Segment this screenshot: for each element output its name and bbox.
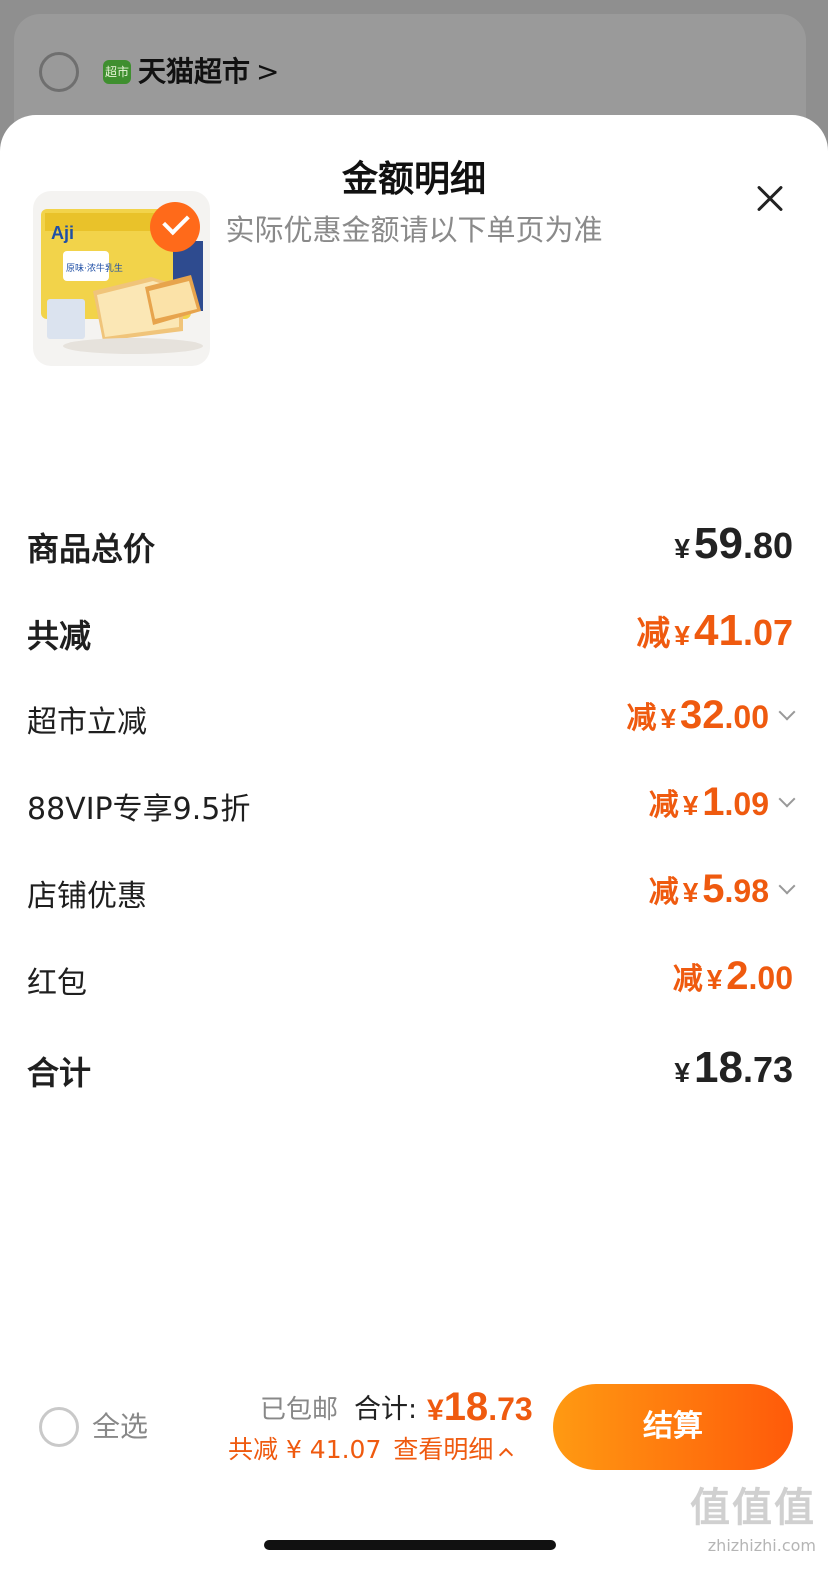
row-amount: 减 ¥5.98 — [648, 867, 796, 927]
amount-integer: 59 — [694, 519, 743, 568]
minus-prefix: 减 — [636, 615, 671, 653]
home-indicator — [264, 1540, 556, 1550]
watermark: 值值值 zhizhizhi.com — [676, 1480, 816, 1556]
pack-label-text: 原味·浓牛乳生 — [66, 262, 123, 274]
total-label: 合计: — [354, 1394, 418, 1425]
supermarket-logo-icon: 超市 — [103, 60, 131, 84]
row-amount: ¥18.73 — [674, 1043, 793, 1103]
minus-prefix: 减 — [648, 876, 679, 909]
saving-summary[interactable]: 共减 ¥ 41.07 查看明细 — [228, 1433, 514, 1467]
store-name-link[interactable]: 天猫超市 — [138, 54, 250, 90]
amount-integer: 5 — [702, 867, 725, 911]
amount-integer: 2 — [726, 954, 749, 998]
amount-integer: 41 — [694, 606, 743, 655]
row-amount: 减 ¥32.00 — [626, 693, 796, 753]
amount-integer: 18 — [443, 1385, 489, 1429]
currency-symbol: ¥ — [674, 1057, 690, 1088]
currency-symbol: ¥ — [706, 964, 723, 995]
row-amount: ¥59.80 — [674, 519, 793, 579]
row-label: 红包 — [27, 966, 87, 1001]
chevron-down-icon[interactable] — [778, 877, 796, 895]
row-label: 88VIP专享9.5折 — [27, 792, 251, 827]
currency-symbol: ¥ — [674, 620, 690, 651]
amount-decimal: .00 — [724, 699, 769, 735]
saving-text: 共减 ¥ 41.07 — [228, 1435, 382, 1464]
row-amount: 减 ¥41.07 — [636, 606, 793, 666]
brand-logo-text: Aji — [51, 223, 74, 243]
row-grand-total: 合计 ¥18.73 — [27, 1043, 793, 1103]
checkout-button[interactable]: 结算 — [553, 1384, 793, 1470]
select-all-radio[interactable] — [39, 1407, 79, 1447]
amount-integer: 32 — [680, 693, 725, 737]
row-total-saving: 共减 减 ¥41.07 — [27, 606, 793, 666]
row-label: 合计 — [27, 1054, 92, 1092]
chevron-right-icon: > — [256, 55, 280, 88]
amount-decimal: .73 — [742, 1049, 793, 1090]
row-88vip-discount[interactable]: 88VIP专享9.5折 减 ¥1.09 — [27, 780, 796, 840]
minus-prefix: 减 — [626, 702, 657, 735]
amount-decimal: .07 — [742, 612, 793, 653]
currency-symbol: ¥ — [674, 533, 690, 564]
row-supermarket-discount[interactable]: 超市立减 减 ¥32.00 — [27, 693, 796, 753]
amount-decimal: .00 — [748, 960, 793, 996]
currency-symbol: ¥ — [682, 790, 699, 821]
minus-prefix: 减 — [672, 963, 703, 996]
row-label: 商品总价 — [27, 530, 156, 568]
minus-prefix: 减 — [648, 789, 679, 822]
row-amount: 减 ¥2.00 — [673, 954, 793, 1014]
selected-check-icon[interactable] — [150, 202, 200, 252]
row-red-packet: 红包 减 ¥2.00 — [27, 954, 793, 1014]
amount-decimal: .09 — [724, 786, 769, 822]
amount-decimal: .80 — [742, 525, 793, 566]
currency-symbol: ¥ — [427, 1394, 444, 1427]
row-store-discount[interactable]: 店铺优惠 减 ¥5.98 — [27, 867, 796, 927]
watermark-glyphs: 值值值 — [690, 1485, 816, 1531]
row-label: 超市立减 — [27, 705, 147, 740]
currency-symbol: ¥ — [682, 877, 699, 908]
chevron-down-icon[interactable] — [778, 703, 796, 721]
amount-decimal: .98 — [724, 873, 769, 909]
amount-integer: 1 — [702, 780, 725, 824]
chevron-down-icon[interactable] — [778, 790, 796, 808]
row-label: 共减 — [27, 617, 92, 655]
row-goods-total: 商品总价 ¥59.80 — [27, 519, 793, 579]
currency-symbol: ¥ — [660, 703, 677, 734]
row-label: 店铺优惠 — [27, 879, 147, 914]
view-detail-link[interactable]: 查看明细 — [393, 1435, 493, 1464]
amount-decimal: .73 — [488, 1391, 533, 1427]
watermark-url: zhizhizhi.com — [707, 1536, 816, 1555]
free-shipping-label: 已包邮 — [260, 1395, 339, 1425]
close-icon[interactable] — [752, 181, 788, 217]
chevron-up-icon[interactable] — [499, 1447, 514, 1463]
amount-integer: 18 — [694, 1043, 743, 1092]
select-all-label[interactable]: 全选 — [92, 1409, 148, 1445]
row-amount: 减 ¥1.09 — [648, 780, 796, 840]
store-select-radio[interactable] — [39, 52, 79, 92]
